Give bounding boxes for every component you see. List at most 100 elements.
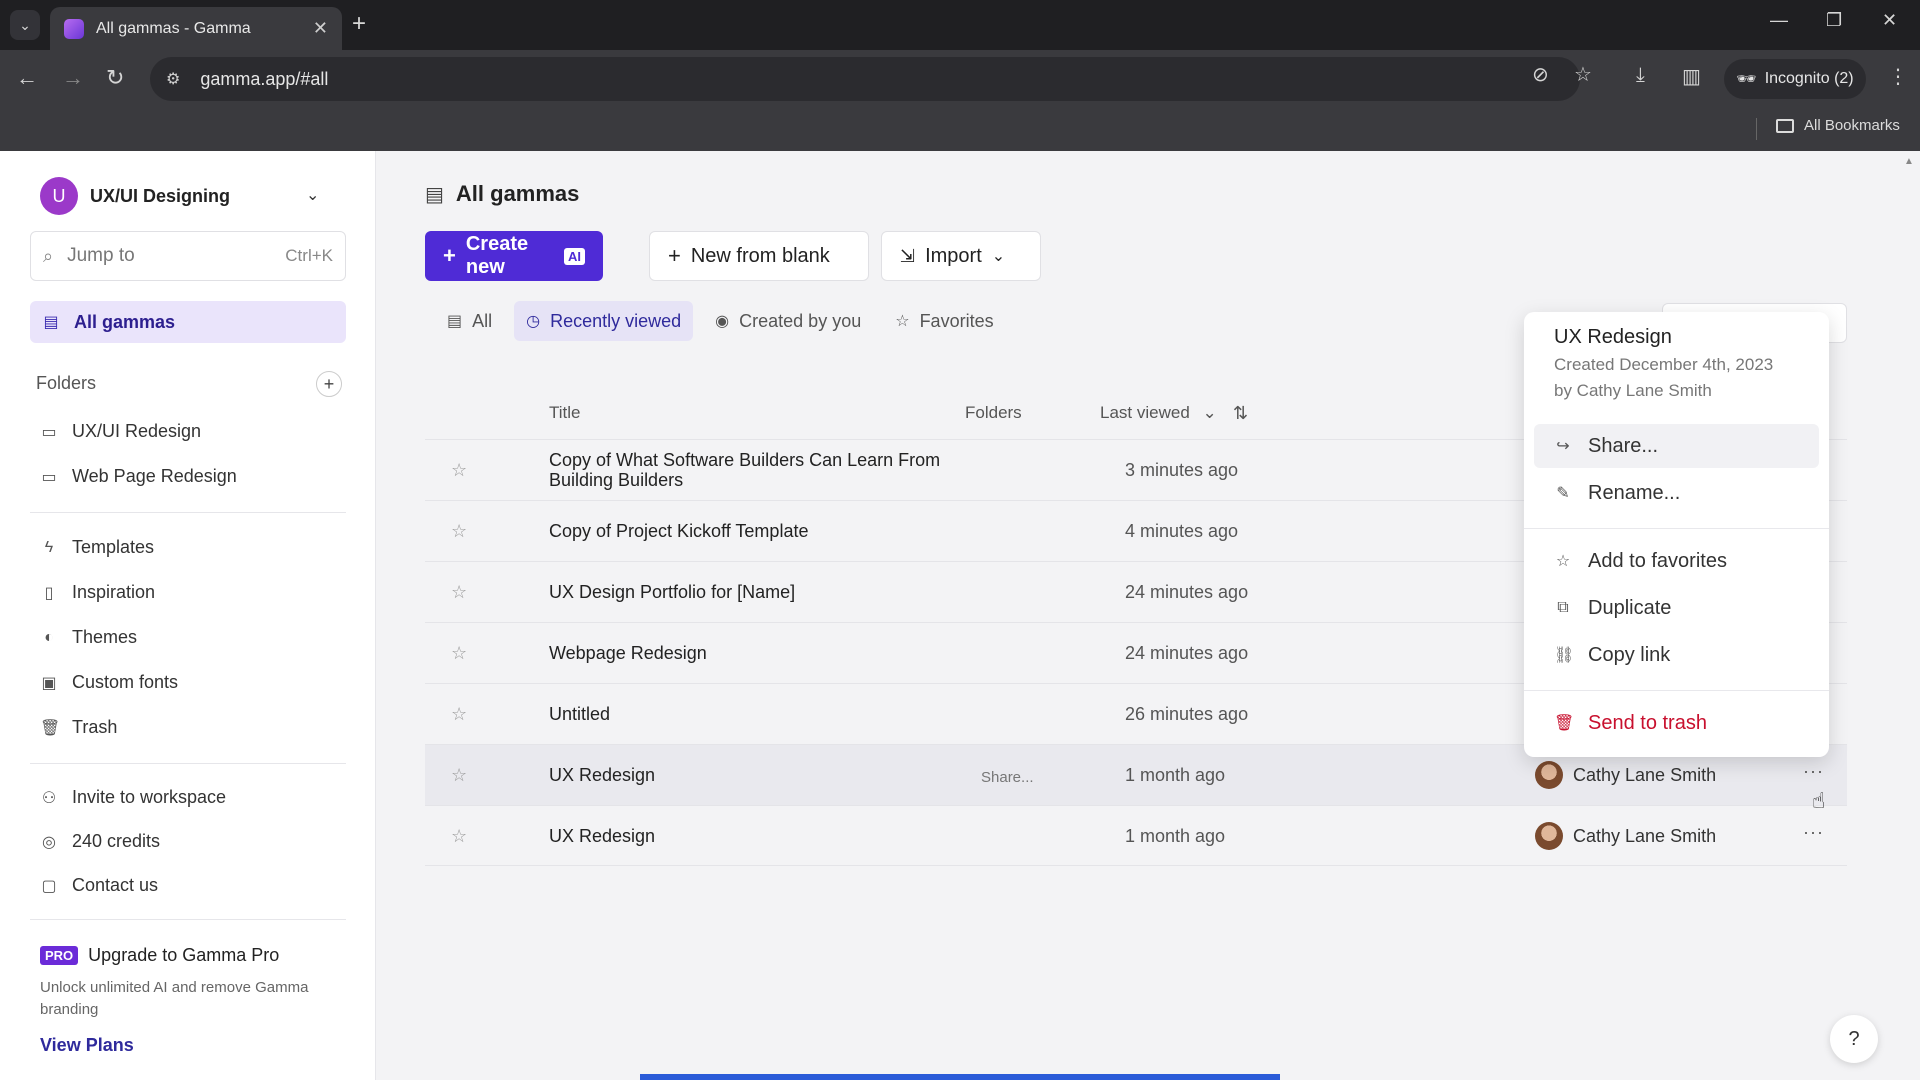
link-icon: ⛓ xyxy=(1554,647,1575,664)
menu-created-date: Created December 4th, 2023 xyxy=(1554,355,1774,374)
menu-share[interactable]: ↪ Share... xyxy=(1534,424,1819,468)
workspace-switcher[interactable]: U UX/UI Designing xyxy=(40,177,230,215)
scroll-up-icon[interactable]: ▲ xyxy=(1904,156,1914,167)
stack-icon: ▤ xyxy=(43,314,59,331)
star-icon[interactable]: ☆ xyxy=(451,826,467,847)
add-folder-button[interactable]: + xyxy=(316,371,342,397)
sidebar-folder-ux-ui-redesign[interactable]: ▭ UX/UI Redesign xyxy=(40,421,201,442)
new-from-blank-label: New from blank xyxy=(690,244,830,267)
close-icon[interactable]: ✕ xyxy=(313,18,328,39)
row-title: Webpage Redesign xyxy=(549,643,707,663)
row-last-viewed: 26 minutes ago xyxy=(1125,704,1249,724)
new-from-blank-button[interactable]: + New from blank xyxy=(649,231,869,281)
sidebar-divider xyxy=(30,763,346,764)
horizontal-scrollbar[interactable] xyxy=(640,1074,1280,1080)
sidebar-item-credits[interactable]: ◎ 240 credits xyxy=(40,831,160,852)
table-row[interactable]: ☆ UX Redesign 1 month ago Cathy Lane Smi… xyxy=(425,805,1847,866)
column-title[interactable]: Title xyxy=(549,403,581,423)
chevron-down-icon[interactable]: ⌄ xyxy=(306,185,319,205)
column-folders[interactable]: Folders xyxy=(965,403,1022,423)
star-icon[interactable]: ☆ xyxy=(451,643,467,664)
import-button[interactable]: ⇲ Import ⌄ xyxy=(881,231,1041,281)
back-icon[interactable]: ← xyxy=(16,64,38,92)
tab-label: Created by you xyxy=(739,310,862,331)
palette-icon: ◐ xyxy=(44,628,54,646)
create-new-label: Create new xyxy=(465,233,529,278)
sidebar-item-inspiration[interactable]: ▯ Inspiration xyxy=(40,582,155,603)
star-icon[interactable]: ☆ xyxy=(451,460,467,481)
site-info-icon[interactable]: ⚙ xyxy=(166,69,180,89)
sidebar-item-label: Invite to workspace xyxy=(72,787,227,807)
window-close-icon[interactable]: ✕ xyxy=(1882,10,1897,31)
eye-off-icon[interactable]: ⊘ xyxy=(1532,62,1549,87)
import-icon: ⇲ xyxy=(900,245,916,266)
font-icon: ▣ xyxy=(41,674,57,692)
sidebar-item-label: Templates xyxy=(72,537,155,557)
menu-divider xyxy=(1524,690,1829,691)
sort-icon[interactable]: ⇅ xyxy=(1233,403,1248,424)
address-bar[interactable]: ⚙ gamma.app/#all xyxy=(150,57,1580,101)
pro-description: Unlock unlimited AI and remove Gamma bra… xyxy=(40,979,309,1018)
sidebar-item-label: Web Page Redesign xyxy=(72,466,237,486)
incognito-button[interactable]: 🕶 Incognito (2) xyxy=(1724,59,1866,99)
more-options-icon[interactable]: ··· xyxy=(1803,761,1824,782)
sidebar-item-templates[interactable]: ϟ Templates xyxy=(40,537,154,558)
star-icon[interactable]: ☆ xyxy=(451,704,467,725)
row-last-viewed: 1 month ago xyxy=(1125,826,1226,846)
star-icon[interactable]: ☆ xyxy=(451,521,467,542)
browser-menu-icon[interactable]: ⋮ xyxy=(1888,64,1908,89)
create-new-button[interactable]: + Create new AI xyxy=(425,231,603,281)
tab-favorites[interactable]: ☆ Favorites xyxy=(883,301,1005,341)
row-folder-share[interactable]: Share... xyxy=(981,769,1034,786)
sidebar-item-invite[interactable]: ⚇ Invite to workspace xyxy=(40,787,226,808)
sidebar-item-label: Custom fonts xyxy=(72,672,179,692)
more-options-icon[interactable]: ··· xyxy=(1803,822,1824,843)
chevron-down-icon: ⌄ xyxy=(1202,403,1217,422)
sidebar-item-all-gammas[interactable]: ▤ All gammas xyxy=(30,301,346,343)
menu-copy-link[interactable]: ⛓ Copy link xyxy=(1534,633,1819,677)
forward-icon[interactable]: → xyxy=(62,64,84,92)
menu-send-to-trash[interactable]: 🗑 Send to trash xyxy=(1534,701,1819,745)
avatar xyxy=(1535,761,1563,789)
page-title: All gammas xyxy=(455,181,580,206)
menu-rename[interactable]: ✎ Rename... xyxy=(1534,471,1819,515)
tab-created-by-you[interactable]: ◉ Created by you xyxy=(703,301,873,341)
bookmark-star-icon[interactable]: ☆ xyxy=(1574,62,1592,87)
menu-item-label: Duplicate xyxy=(1588,596,1672,619)
sidebar-item-themes[interactable]: ◐ Themes xyxy=(40,627,137,648)
sidebar-item-custom-fonts[interactable]: ▣ Custom fonts xyxy=(40,672,178,693)
menu-item-label: Rename... xyxy=(1588,481,1681,504)
all-bookmarks-label: All Bookmarks xyxy=(1804,117,1900,134)
menu-add-to-favorites[interactable]: ☆ Add to favorites xyxy=(1534,539,1819,583)
menu-duplicate[interactable]: ⧉ Duplicate xyxy=(1534,586,1819,630)
minimize-icon[interactable]: — xyxy=(1770,10,1788,31)
new-tab-icon[interactable]: + xyxy=(352,12,366,36)
side-panel-icon[interactable]: ▥ xyxy=(1682,64,1701,89)
folder-icon xyxy=(1776,118,1794,133)
view-plans-link[interactable]: View Plans xyxy=(40,1035,134,1056)
jump-to-search[interactable]: ⌕ Jump to Ctrl+K xyxy=(30,231,346,281)
book-icon: ▯ xyxy=(44,584,54,602)
browser-tab[interactable]: All gammas - Gamma ✕ xyxy=(50,7,342,50)
all-bookmarks[interactable]: All Bookmarks xyxy=(1776,117,1900,134)
sidebar-item-trash[interactable]: 🗑 Trash xyxy=(40,717,117,738)
upgrade-pro: PRO Upgrade to Gamma Pro xyxy=(40,945,279,966)
reload-icon[interactable]: ↻ xyxy=(106,64,124,92)
star-icon[interactable]: ☆ xyxy=(451,765,467,786)
sidebar-item-contact[interactable]: ▢ Contact us xyxy=(40,875,158,896)
download-icon[interactable]: ⤓ xyxy=(1636,64,1645,87)
row-owner: Cathy Lane Smith xyxy=(1535,761,1716,789)
tab-search-button[interactable]: ⌄ xyxy=(10,10,40,40)
tab-all[interactable]: ▤ All xyxy=(435,301,504,341)
url-text: gamma.app/#all xyxy=(200,68,329,89)
sidebar-folder-web-page-redesign[interactable]: ▭ Web Page Redesign xyxy=(40,466,237,487)
row-title: UX Redesign xyxy=(549,765,656,785)
column-last-viewed[interactable]: Last viewed ⌄ xyxy=(1100,403,1217,423)
tab-recently-viewed[interactable]: ◷ Recently viewed xyxy=(514,301,694,341)
sidebar-item-label: 240 credits xyxy=(72,831,161,851)
sidebar-item-label: All gammas xyxy=(74,311,176,332)
help-button[interactable]: ? xyxy=(1830,1015,1878,1063)
star-icon[interactable]: ☆ xyxy=(451,582,467,603)
row-title: Copy of What Software Builders Can Learn… xyxy=(549,450,941,490)
restore-icon[interactable]: ❐ xyxy=(1826,10,1842,31)
